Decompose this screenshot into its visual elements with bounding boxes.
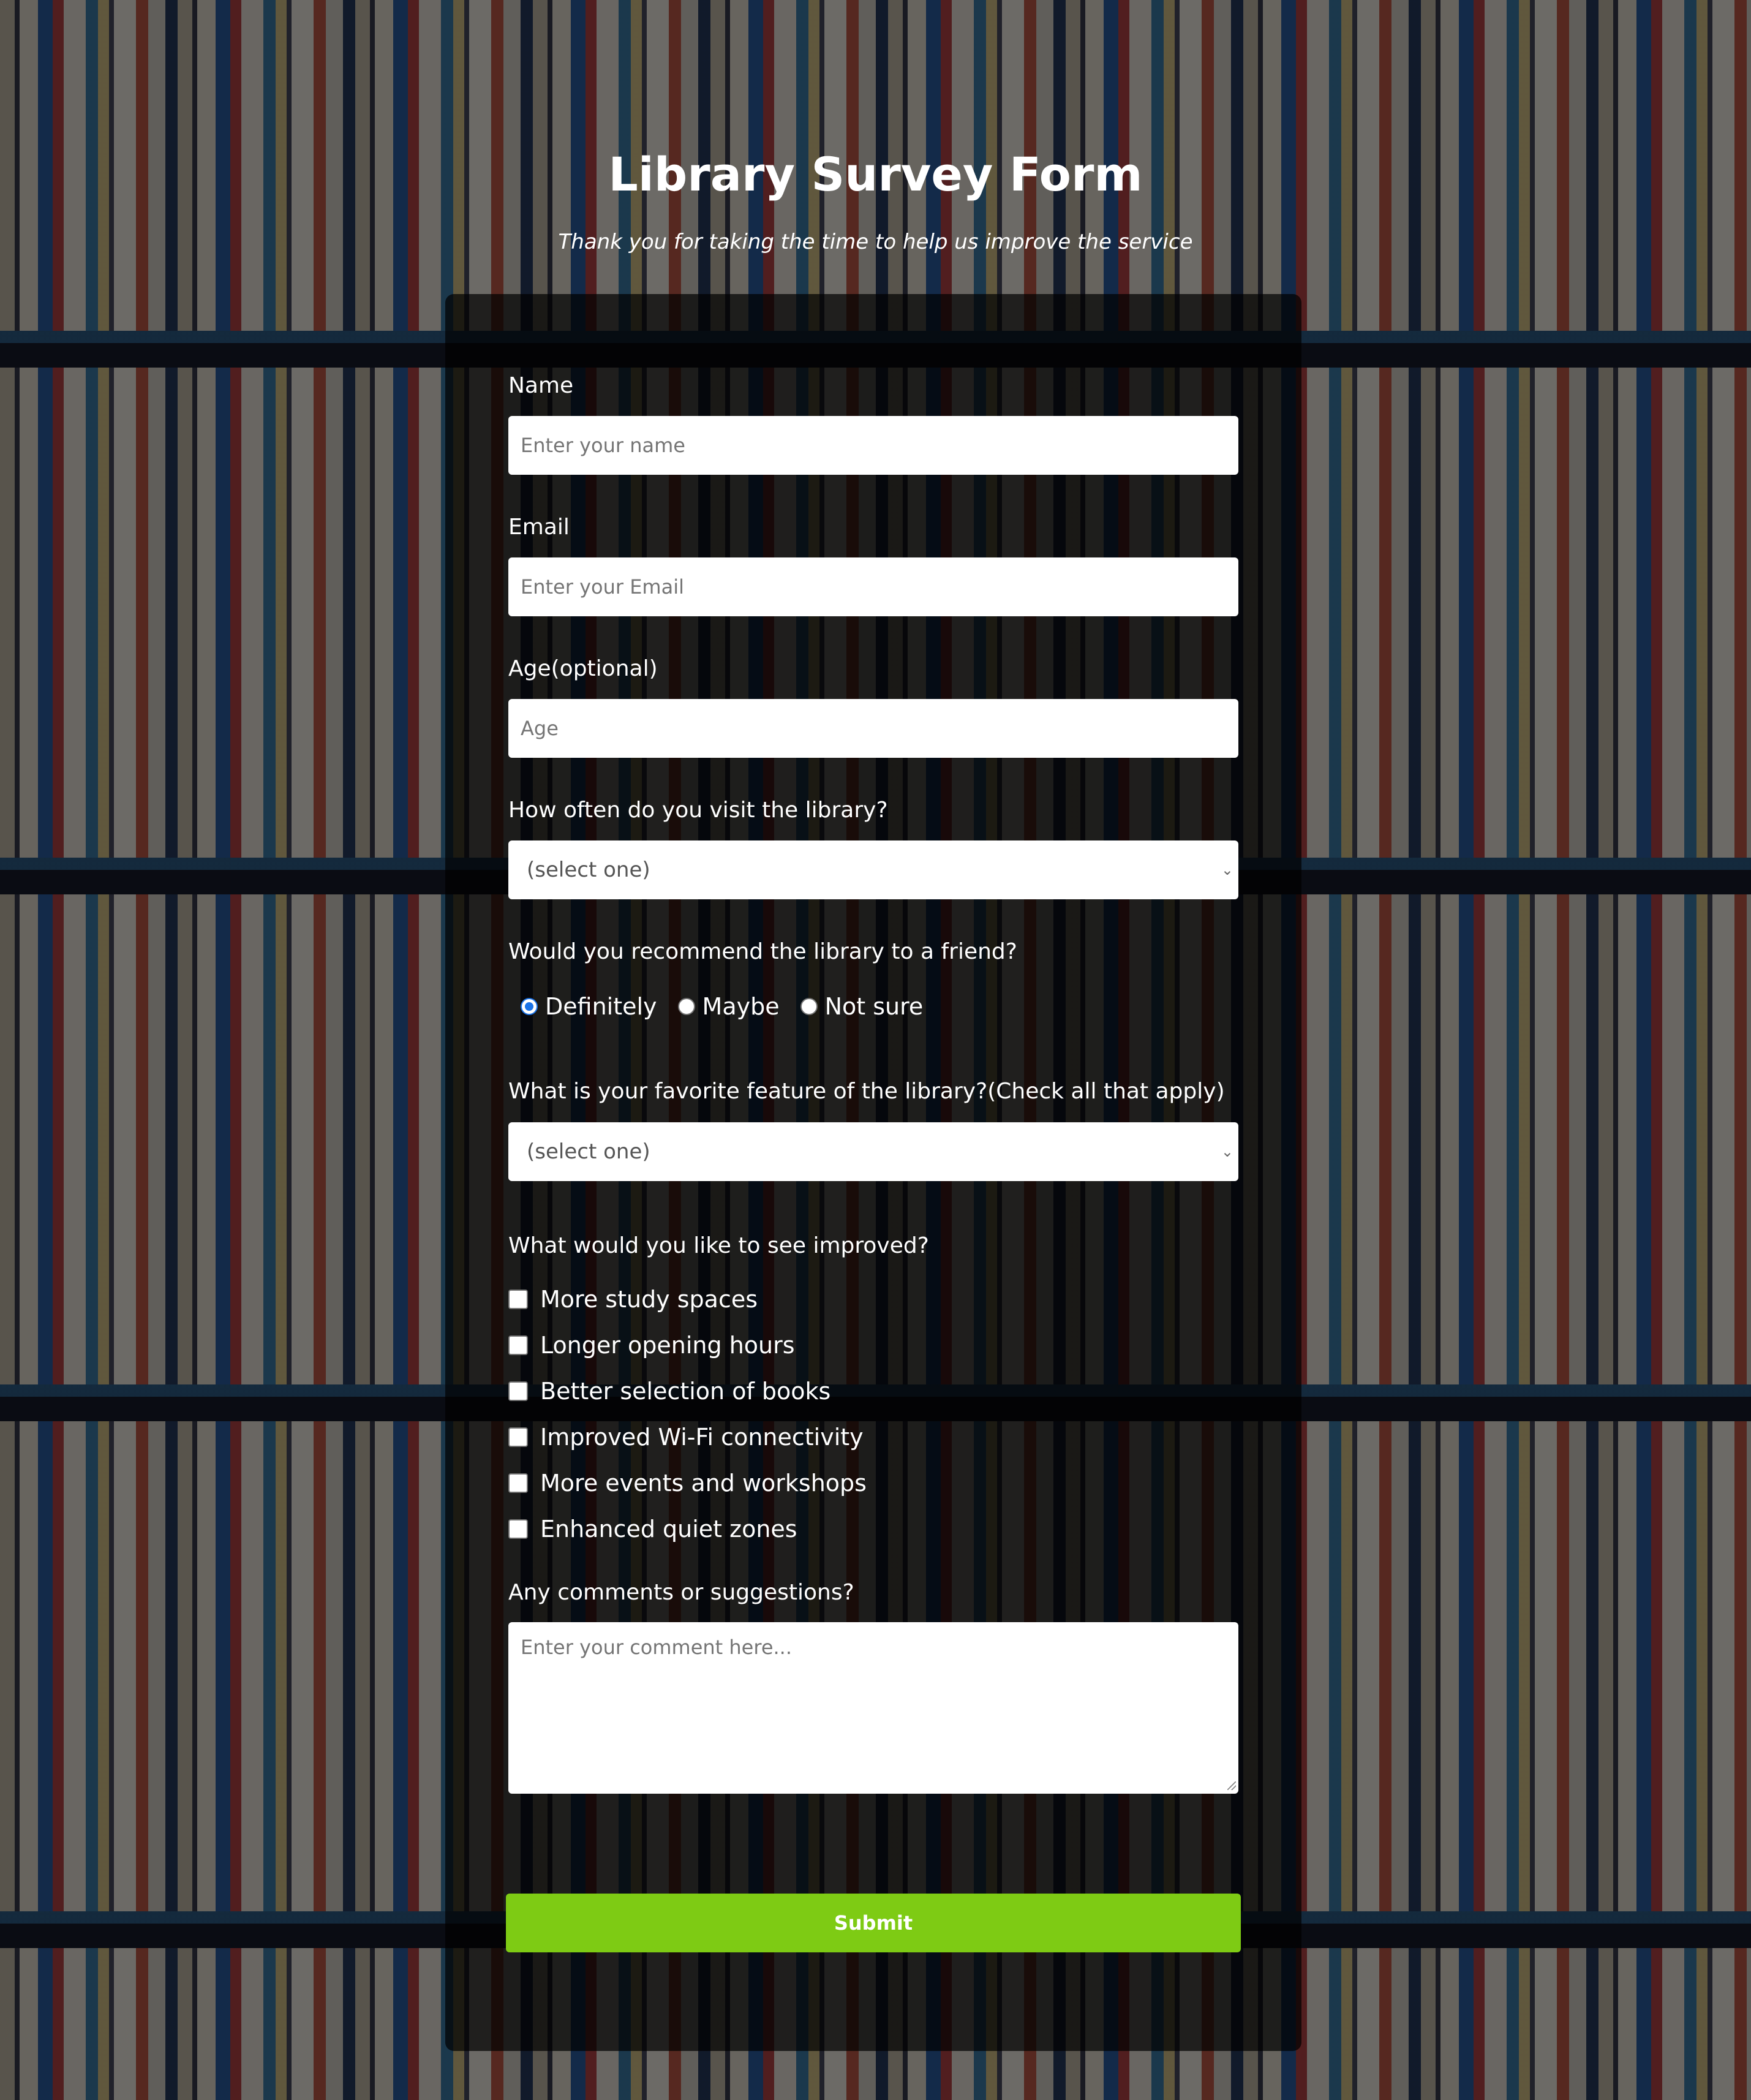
improvements-checkbox-list: More study spaces Longer opening hours B… bbox=[508, 1276, 867, 1552]
checkbox-events[interactable] bbox=[508, 1473, 528, 1493]
resize-grip-icon[interactable] bbox=[1227, 1781, 1236, 1790]
comments-label: Any comments or suggestions? bbox=[508, 1580, 854, 1605]
radio-button-not-sure[interactable] bbox=[800, 998, 818, 1015]
recommend-radio-group: Definitely Maybe Not sure bbox=[521, 989, 923, 1024]
radio-option-definitely[interactable]: Definitely bbox=[521, 989, 657, 1024]
radio-option-not-sure[interactable]: Not sure bbox=[800, 989, 924, 1024]
checkbox-label-book-selection: Better selection of books bbox=[540, 1377, 831, 1405]
visit-frequency-label: How often do you visit the library? bbox=[508, 798, 888, 823]
radio-label-not-sure: Not sure bbox=[824, 993, 924, 1020]
age-input[interactable] bbox=[508, 699, 1238, 758]
checkbox-item-wifi[interactable]: Improved Wi-Fi connectivity bbox=[508, 1414, 867, 1460]
checkbox-item-study-spaces[interactable]: More study spaces bbox=[508, 1276, 867, 1322]
name-label: Name bbox=[508, 373, 574, 398]
comments-textarea[interactable] bbox=[508, 1622, 1238, 1794]
radio-button-definitely[interactable] bbox=[521, 998, 538, 1015]
checkbox-opening-hours[interactable] bbox=[508, 1335, 528, 1355]
checkbox-label-wifi: Improved Wi-Fi connectivity bbox=[540, 1423, 864, 1451]
checkbox-label-events: More events and workshops bbox=[540, 1469, 867, 1497]
visit-frequency-dropdown[interactable]: (select one) ⌄ bbox=[508, 840, 1238, 899]
checkbox-item-quiet-zones[interactable]: Enhanced quiet zones bbox=[508, 1506, 867, 1552]
page-subtitle: Thank you for taking the time to help us… bbox=[558, 230, 1193, 254]
improvements-label: What would you like to see improved? bbox=[508, 1233, 929, 1258]
email-label: Email bbox=[508, 515, 570, 540]
name-input[interactable] bbox=[508, 416, 1238, 475]
email-input[interactable] bbox=[508, 557, 1238, 616]
radio-label-maybe: Maybe bbox=[702, 993, 780, 1020]
submit-button[interactable]: Submit bbox=[506, 1894, 1241, 1952]
visit-frequency-selected: (select one) bbox=[527, 858, 650, 882]
chevron-down-icon: ⌄ bbox=[1221, 1143, 1233, 1160]
recommend-label: Would you recommend the library to a fri… bbox=[508, 939, 1017, 964]
checkbox-item-events[interactable]: More events and workshops bbox=[508, 1460, 867, 1506]
checkbox-label-quiet-zones: Enhanced quiet zones bbox=[540, 1515, 797, 1543]
page-title: Library Survey Form bbox=[608, 147, 1143, 202]
favorite-feature-dropdown[interactable]: (select one) ⌄ bbox=[508, 1122, 1238, 1181]
checkbox-item-book-selection[interactable]: Better selection of books bbox=[508, 1368, 867, 1414]
checkbox-label-opening-hours: Longer opening hours bbox=[540, 1331, 795, 1359]
radio-option-maybe[interactable]: Maybe bbox=[677, 989, 780, 1024]
checkbox-wifi[interactable] bbox=[508, 1427, 528, 1447]
chevron-down-icon: ⌄ bbox=[1221, 861, 1233, 878]
favorite-feature-selected: (select one) bbox=[527, 1139, 650, 1164]
checkbox-study-spaces[interactable] bbox=[508, 1289, 528, 1309]
checkbox-book-selection[interactable] bbox=[508, 1381, 528, 1401]
checkbox-item-opening-hours[interactable]: Longer opening hours bbox=[508, 1322, 867, 1368]
checkbox-label-study-spaces: More study spaces bbox=[540, 1285, 758, 1313]
radio-label-definitely: Definitely bbox=[545, 993, 657, 1020]
radio-button-maybe[interactable] bbox=[677, 998, 695, 1015]
favorite-feature-label: What is your favorite feature of the lib… bbox=[508, 1079, 1225, 1104]
age-label: Age(optional) bbox=[508, 656, 658, 681]
checkbox-quiet-zones[interactable] bbox=[508, 1519, 528, 1539]
